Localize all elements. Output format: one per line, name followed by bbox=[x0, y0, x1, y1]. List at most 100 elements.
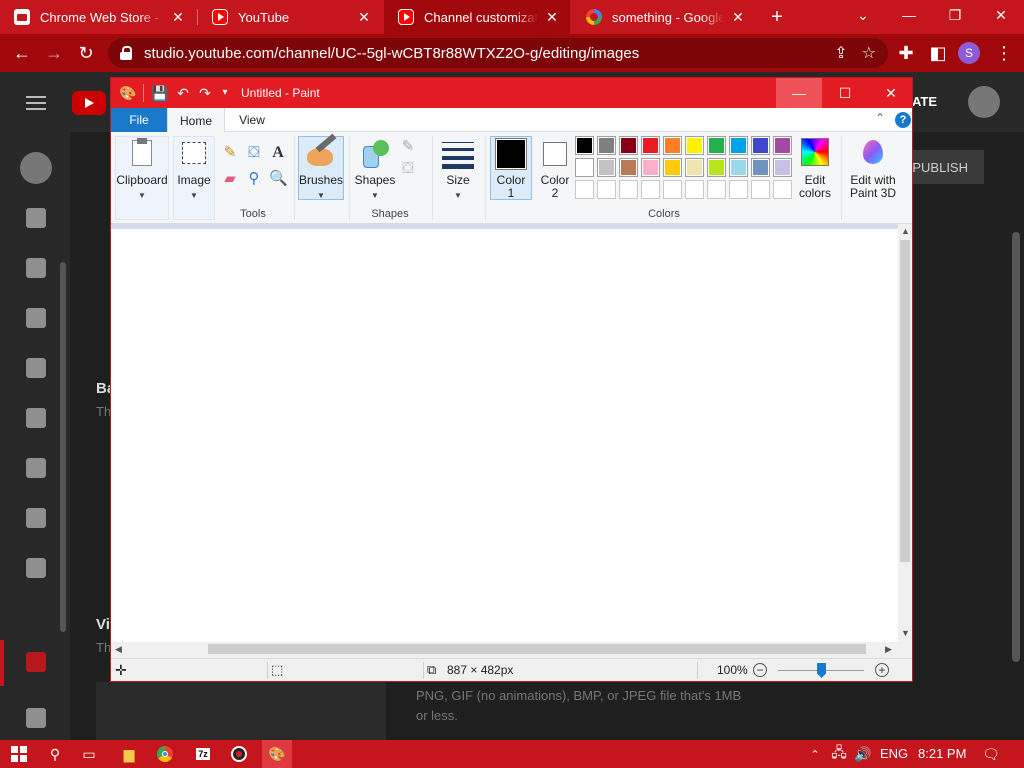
analytics-icon[interactable] bbox=[26, 358, 46, 378]
zoom-in-icon[interactable]: + bbox=[875, 663, 889, 677]
palette-swatch[interactable] bbox=[729, 158, 748, 177]
more-menu-icon[interactable]: ⋮ bbox=[992, 41, 1016, 65]
address-bar[interactable]: studio.youtube.com/channel/UC--5gl-wCBT8… bbox=[108, 38, 888, 68]
subtitles-icon[interactable] bbox=[26, 458, 46, 478]
volume-icon[interactable]: 🔊 bbox=[852, 744, 874, 764]
tab-chrome-web-store[interactable]: Chrome Web Store - Ex ✕ bbox=[0, 0, 196, 34]
outline-icon[interactable]: ✎ bbox=[399, 138, 417, 156]
eraser-icon[interactable]: ▰ bbox=[221, 170, 239, 188]
vertical-scrollbar[interactable]: ▲ ▼ bbox=[898, 224, 912, 642]
close-window-icon[interactable]: ✕ bbox=[978, 0, 1024, 30]
tab-file[interactable]: File bbox=[111, 108, 167, 132]
paint-app-icon[interactable]: 🎨 bbox=[119, 85, 136, 101]
palette-swatch[interactable] bbox=[641, 158, 660, 177]
fill-bucket-icon[interactable]: ⛋ bbox=[245, 144, 263, 162]
recorder-icon[interactable] bbox=[228, 744, 250, 764]
palette-swatch[interactable] bbox=[707, 180, 726, 199]
palette-swatch[interactable] bbox=[663, 136, 682, 155]
palette-swatch[interactable] bbox=[685, 136, 704, 155]
minimize-icon[interactable]: — bbox=[776, 78, 822, 108]
chrome-icon[interactable] bbox=[154, 744, 176, 764]
customization-icon[interactable] bbox=[26, 652, 46, 672]
paint-title-bar[interactable]: 🎨 💾 ↶ ↷ ▾ Untitled - Paint — ☐ ✕ bbox=[111, 78, 912, 108]
back-icon[interactable]: ← bbox=[10, 41, 34, 65]
share-icon[interactable]: ⇪ bbox=[834, 43, 847, 63]
palette-swatch[interactable] bbox=[663, 180, 682, 199]
help-icon[interactable]: ? bbox=[895, 112, 911, 128]
scroll-thumb[interactable] bbox=[900, 240, 910, 562]
close-icon[interactable]: ✕ bbox=[170, 9, 186, 26]
dashboard-icon[interactable] bbox=[26, 208, 46, 228]
palette-swatch[interactable] bbox=[597, 180, 616, 199]
restore-icon[interactable]: ❐ bbox=[932, 0, 978, 30]
search-icon[interactable]: ⚲ bbox=[44, 744, 66, 764]
monetization-icon[interactable] bbox=[26, 558, 46, 578]
size-button[interactable]: Size ▼ bbox=[437, 138, 479, 202]
palette-swatch[interactable] bbox=[685, 158, 704, 177]
palette-swatch[interactable] bbox=[641, 180, 660, 199]
sidebar-scrollbar[interactable] bbox=[60, 262, 66, 632]
shapes-button[interactable]: Shapes ▼ bbox=[353, 138, 397, 202]
clipboard-button[interactable]: Clipboard ▼ bbox=[116, 138, 168, 202]
palette-swatch[interactable] bbox=[663, 158, 682, 177]
tab-youtube[interactable]: YouTube ✕ bbox=[198, 0, 382, 34]
create-button[interactable]: ATE bbox=[912, 94, 937, 109]
palette-swatch[interactable] bbox=[773, 180, 792, 199]
brushes-button[interactable]: Brushes ▼ bbox=[298, 133, 344, 202]
comments-icon[interactable] bbox=[26, 408, 46, 428]
language-indicator[interactable]: ENG bbox=[880, 746, 908, 761]
scroll-left-icon[interactable]: ◀ bbox=[115, 644, 122, 655]
palette-swatch[interactable] bbox=[707, 158, 726, 177]
palette-swatch[interactable] bbox=[575, 180, 594, 199]
redo-icon[interactable]: ↷ bbox=[197, 85, 213, 101]
side-panel-icon[interactable]: ◧ bbox=[926, 41, 950, 65]
close-icon[interactable]: ✕ bbox=[544, 9, 560, 26]
palette-swatch[interactable] bbox=[641, 136, 660, 155]
color1-button[interactable]: Color 1 bbox=[490, 138, 532, 200]
zoom-slider-handle[interactable] bbox=[817, 663, 826, 678]
notifications-icon[interactable]: 🗨 bbox=[980, 744, 1002, 764]
palette-swatch[interactable] bbox=[773, 158, 792, 177]
close-icon[interactable]: ✕ bbox=[730, 9, 746, 26]
network-icon[interactable]: 🖧 bbox=[828, 744, 850, 764]
color2-button[interactable]: Color 2 bbox=[535, 138, 575, 200]
palette-swatch[interactable] bbox=[729, 180, 748, 199]
youtube-logo-icon[interactable] bbox=[72, 91, 106, 115]
palette-swatch[interactable] bbox=[773, 136, 792, 155]
palette-swatch[interactable] bbox=[707, 136, 726, 155]
pencil-icon[interactable]: ✎ bbox=[221, 144, 239, 162]
reload-icon[interactable]: ↻ bbox=[74, 41, 98, 65]
image-button[interactable]: Image ▼ bbox=[173, 138, 215, 202]
magnifier-icon[interactable]: 🔍 bbox=[269, 170, 288, 188]
tab-google-search[interactable]: something - Google Se ✕ bbox=[572, 0, 756, 34]
close-icon[interactable]: ✕ bbox=[356, 9, 372, 26]
drawing-canvas[interactable] bbox=[111, 224, 898, 642]
palette-swatch[interactable] bbox=[619, 136, 638, 155]
scroll-down-icon[interactable]: ▼ bbox=[901, 628, 910, 638]
fill-icon[interactable]: ⛋ bbox=[399, 160, 417, 178]
new-tab-icon[interactable]: + bbox=[766, 7, 788, 27]
menu-icon[interactable] bbox=[26, 96, 46, 110]
settings-icon[interactable] bbox=[26, 708, 46, 728]
scroll-right-icon[interactable]: ▶ bbox=[885, 644, 892, 655]
tab-home[interactable]: Home bbox=[167, 108, 225, 133]
maximize-icon[interactable]: ☐ bbox=[822, 78, 868, 108]
avatar[interactable] bbox=[968, 86, 1000, 118]
palette-swatch[interactable] bbox=[619, 158, 638, 177]
profile-avatar[interactable]: S bbox=[958, 42, 980, 64]
palette-swatch[interactable] bbox=[751, 136, 770, 155]
close-icon[interactable]: ✕ bbox=[868, 78, 914, 108]
scroll-up-icon[interactable]: ▲ bbox=[901, 226, 910, 236]
extensions-icon[interactable]: ✚ bbox=[894, 41, 918, 65]
tab-view[interactable]: View bbox=[225, 108, 279, 132]
tab-channel-customization[interactable]: Channel customization ✕ bbox=[384, 0, 570, 34]
tab-search-icon[interactable]: ⌄ bbox=[840, 0, 886, 30]
bookmark-star-icon[interactable]: ☆ bbox=[862, 43, 876, 63]
horizontal-scrollbar[interactable]: ◀ ▶ bbox=[111, 642, 898, 656]
scroll-thumb[interactable] bbox=[208, 644, 866, 654]
customize-quick-access-icon[interactable]: ▾ bbox=[217, 85, 233, 101]
task-view-icon[interactable]: ▭ bbox=[78, 744, 100, 764]
palette-swatch[interactable] bbox=[685, 180, 704, 199]
7zip-icon[interactable]: 7z bbox=[192, 744, 214, 764]
palette-swatch[interactable] bbox=[751, 158, 770, 177]
